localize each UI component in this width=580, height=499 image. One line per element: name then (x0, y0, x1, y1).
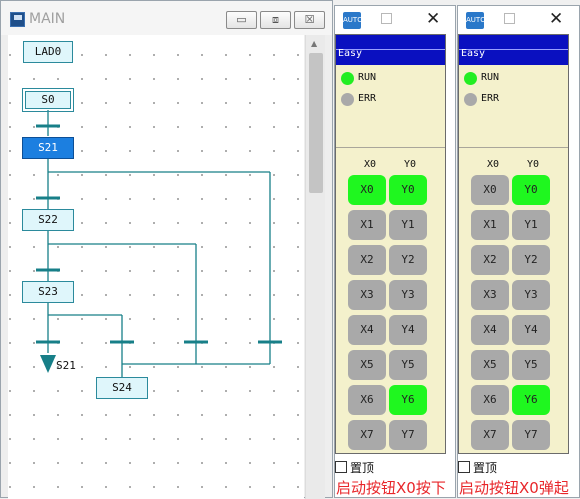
input-button-x3[interactable]: X3 (348, 280, 386, 310)
input-button-x1[interactable]: X1 (348, 210, 386, 240)
minimize-button[interactable]: ▭ (226, 11, 257, 29)
output-column-header: Y0 (404, 159, 417, 170)
output-column-header: Y0 (527, 159, 540, 170)
maximize-icon[interactable] (504, 13, 515, 24)
input-button-x2[interactable]: X2 (348, 245, 386, 275)
divider (336, 147, 445, 148)
output-button-y0[interactable]: Y0 (389, 175, 427, 205)
input-button-x4[interactable]: X4 (471, 315, 509, 345)
run-led (464, 72, 477, 85)
input-column-header: X0 (364, 159, 377, 170)
main-title-bar[interactable]: MAIN ▭ ⧈ ☒ (1, 1, 332, 35)
input-button-x7[interactable]: X7 (471, 420, 509, 450)
close-icon[interactable]: ✕ (549, 9, 563, 29)
output-button-y3[interactable]: Y3 (512, 280, 550, 310)
input-button-x4[interactable]: X4 (348, 315, 386, 345)
window-icon (10, 12, 25, 27)
device-window-1: AUTO ✕ Easy RUN ERR X0 Y0 X0 X1 X2 X3 X4 X5 X6… (334, 5, 456, 498)
device-window-2: AUTO ✕ Easy RUN ERR X0 Y0 X0 X1 X2 X3 X4 X5 X6… (457, 5, 580, 498)
close-icon[interactable]: ✕ (426, 9, 440, 29)
run-label: RUN (481, 72, 500, 83)
input-button-x6[interactable]: X6 (348, 385, 386, 415)
output-button-y1[interactable]: Y1 (512, 210, 550, 240)
step-s0[interactable]: S0 (22, 88, 74, 112)
output-button-y7[interactable]: Y7 (389, 420, 427, 450)
divider (459, 147, 568, 148)
run-led (341, 72, 354, 85)
output-button-y0[interactable]: Y0 (512, 175, 550, 205)
device-title-bar[interactable]: AUTO ✕ (335, 6, 455, 34)
input-column-header: X0 (487, 159, 500, 170)
run-label: RUN (358, 72, 377, 83)
step-s23[interactable]: S23 (22, 281, 74, 303)
close-button[interactable]: ☒ (294, 11, 325, 29)
input-button-x3[interactable]: X3 (471, 280, 509, 310)
device-header: Easy (336, 35, 445, 65)
input-button-x7[interactable]: X7 (348, 420, 386, 450)
output-button-y1[interactable]: Y1 (389, 210, 427, 240)
device-panel: Easy RUN ERR X0 Y0 X0 X1 X2 X3 X4 X5 X6 X7 Y0 Y1 Y… (335, 34, 446, 454)
restore-button[interactable]: ⧈ (260, 11, 291, 29)
device-name: Easy (338, 48, 363, 59)
output-button-y6[interactable]: Y6 (389, 385, 427, 415)
device-name: Easy (461, 48, 486, 59)
output-button-y6[interactable]: Y6 (512, 385, 550, 415)
output-button-y4[interactable]: Y4 (389, 315, 427, 345)
err-label: ERR (481, 93, 500, 104)
jump-target-label: S21 (56, 359, 76, 372)
input-button-x2[interactable]: X2 (471, 245, 509, 275)
err-label: ERR (358, 93, 377, 104)
step-s24[interactable]: S24 (96, 377, 148, 399)
maximize-icon[interactable] (381, 13, 392, 24)
output-button-y5[interactable]: Y5 (512, 350, 550, 380)
device-app-icon: AUTO (466, 12, 486, 29)
output-button-y3[interactable]: Y3 (389, 280, 427, 310)
topmost-checkbox[interactable] (458, 461, 470, 473)
input-button-x0[interactable]: X0 (471, 175, 509, 205)
status-caption: 启动按钮X0按下 (336, 479, 446, 497)
device-header: Easy (459, 35, 568, 65)
topmost-checkbox[interactable] (335, 461, 347, 473)
device-title-bar[interactable]: AUTO ✕ (458, 6, 579, 34)
step-s22[interactable]: S22 (22, 209, 74, 231)
scroll-up-icon[interactable]: ▲ (311, 39, 317, 48)
err-led (464, 93, 477, 106)
input-button-x5[interactable]: X5 (471, 350, 509, 380)
window-title: MAIN (29, 11, 66, 27)
output-button-y4[interactable]: Y4 (512, 315, 550, 345)
ladder-header-block[interactable]: LAD0 (23, 41, 73, 63)
output-button-y5[interactable]: Y5 (389, 350, 427, 380)
main-window: MAIN ▭ ⧈ ☒ LAD0 S0 S21 S22 S23 S24 S21 ▲ (0, 0, 333, 499)
topmost-label: 置顶 (473, 461, 498, 475)
vertical-scrollbar[interactable]: ▲ (305, 35, 325, 499)
ladder-canvas[interactable]: LAD0 S0 S21 S22 S23 S24 S21 (8, 35, 304, 499)
topmost-label: 置顶 (350, 461, 375, 475)
err-led (341, 93, 354, 106)
jump-arrow (40, 355, 56, 373)
input-button-x5[interactable]: X5 (348, 350, 386, 380)
input-button-x6[interactable]: X6 (471, 385, 509, 415)
output-button-y7[interactable]: Y7 (512, 420, 550, 450)
output-button-y2[interactable]: Y2 (389, 245, 427, 275)
device-panel: Easy RUN ERR X0 Y0 X0 X1 X2 X3 X4 X5 X6 X7 Y0 Y1 Y… (458, 34, 569, 454)
input-button-x1[interactable]: X1 (471, 210, 509, 240)
status-caption: 启动按钮X0弹起 (459, 479, 569, 497)
input-button-x0[interactable]: X0 (348, 175, 386, 205)
output-button-y2[interactable]: Y2 (512, 245, 550, 275)
scroll-thumb[interactable] (309, 53, 323, 193)
step-s21[interactable]: S21 (22, 137, 74, 159)
device-app-icon: AUTO (343, 12, 363, 29)
